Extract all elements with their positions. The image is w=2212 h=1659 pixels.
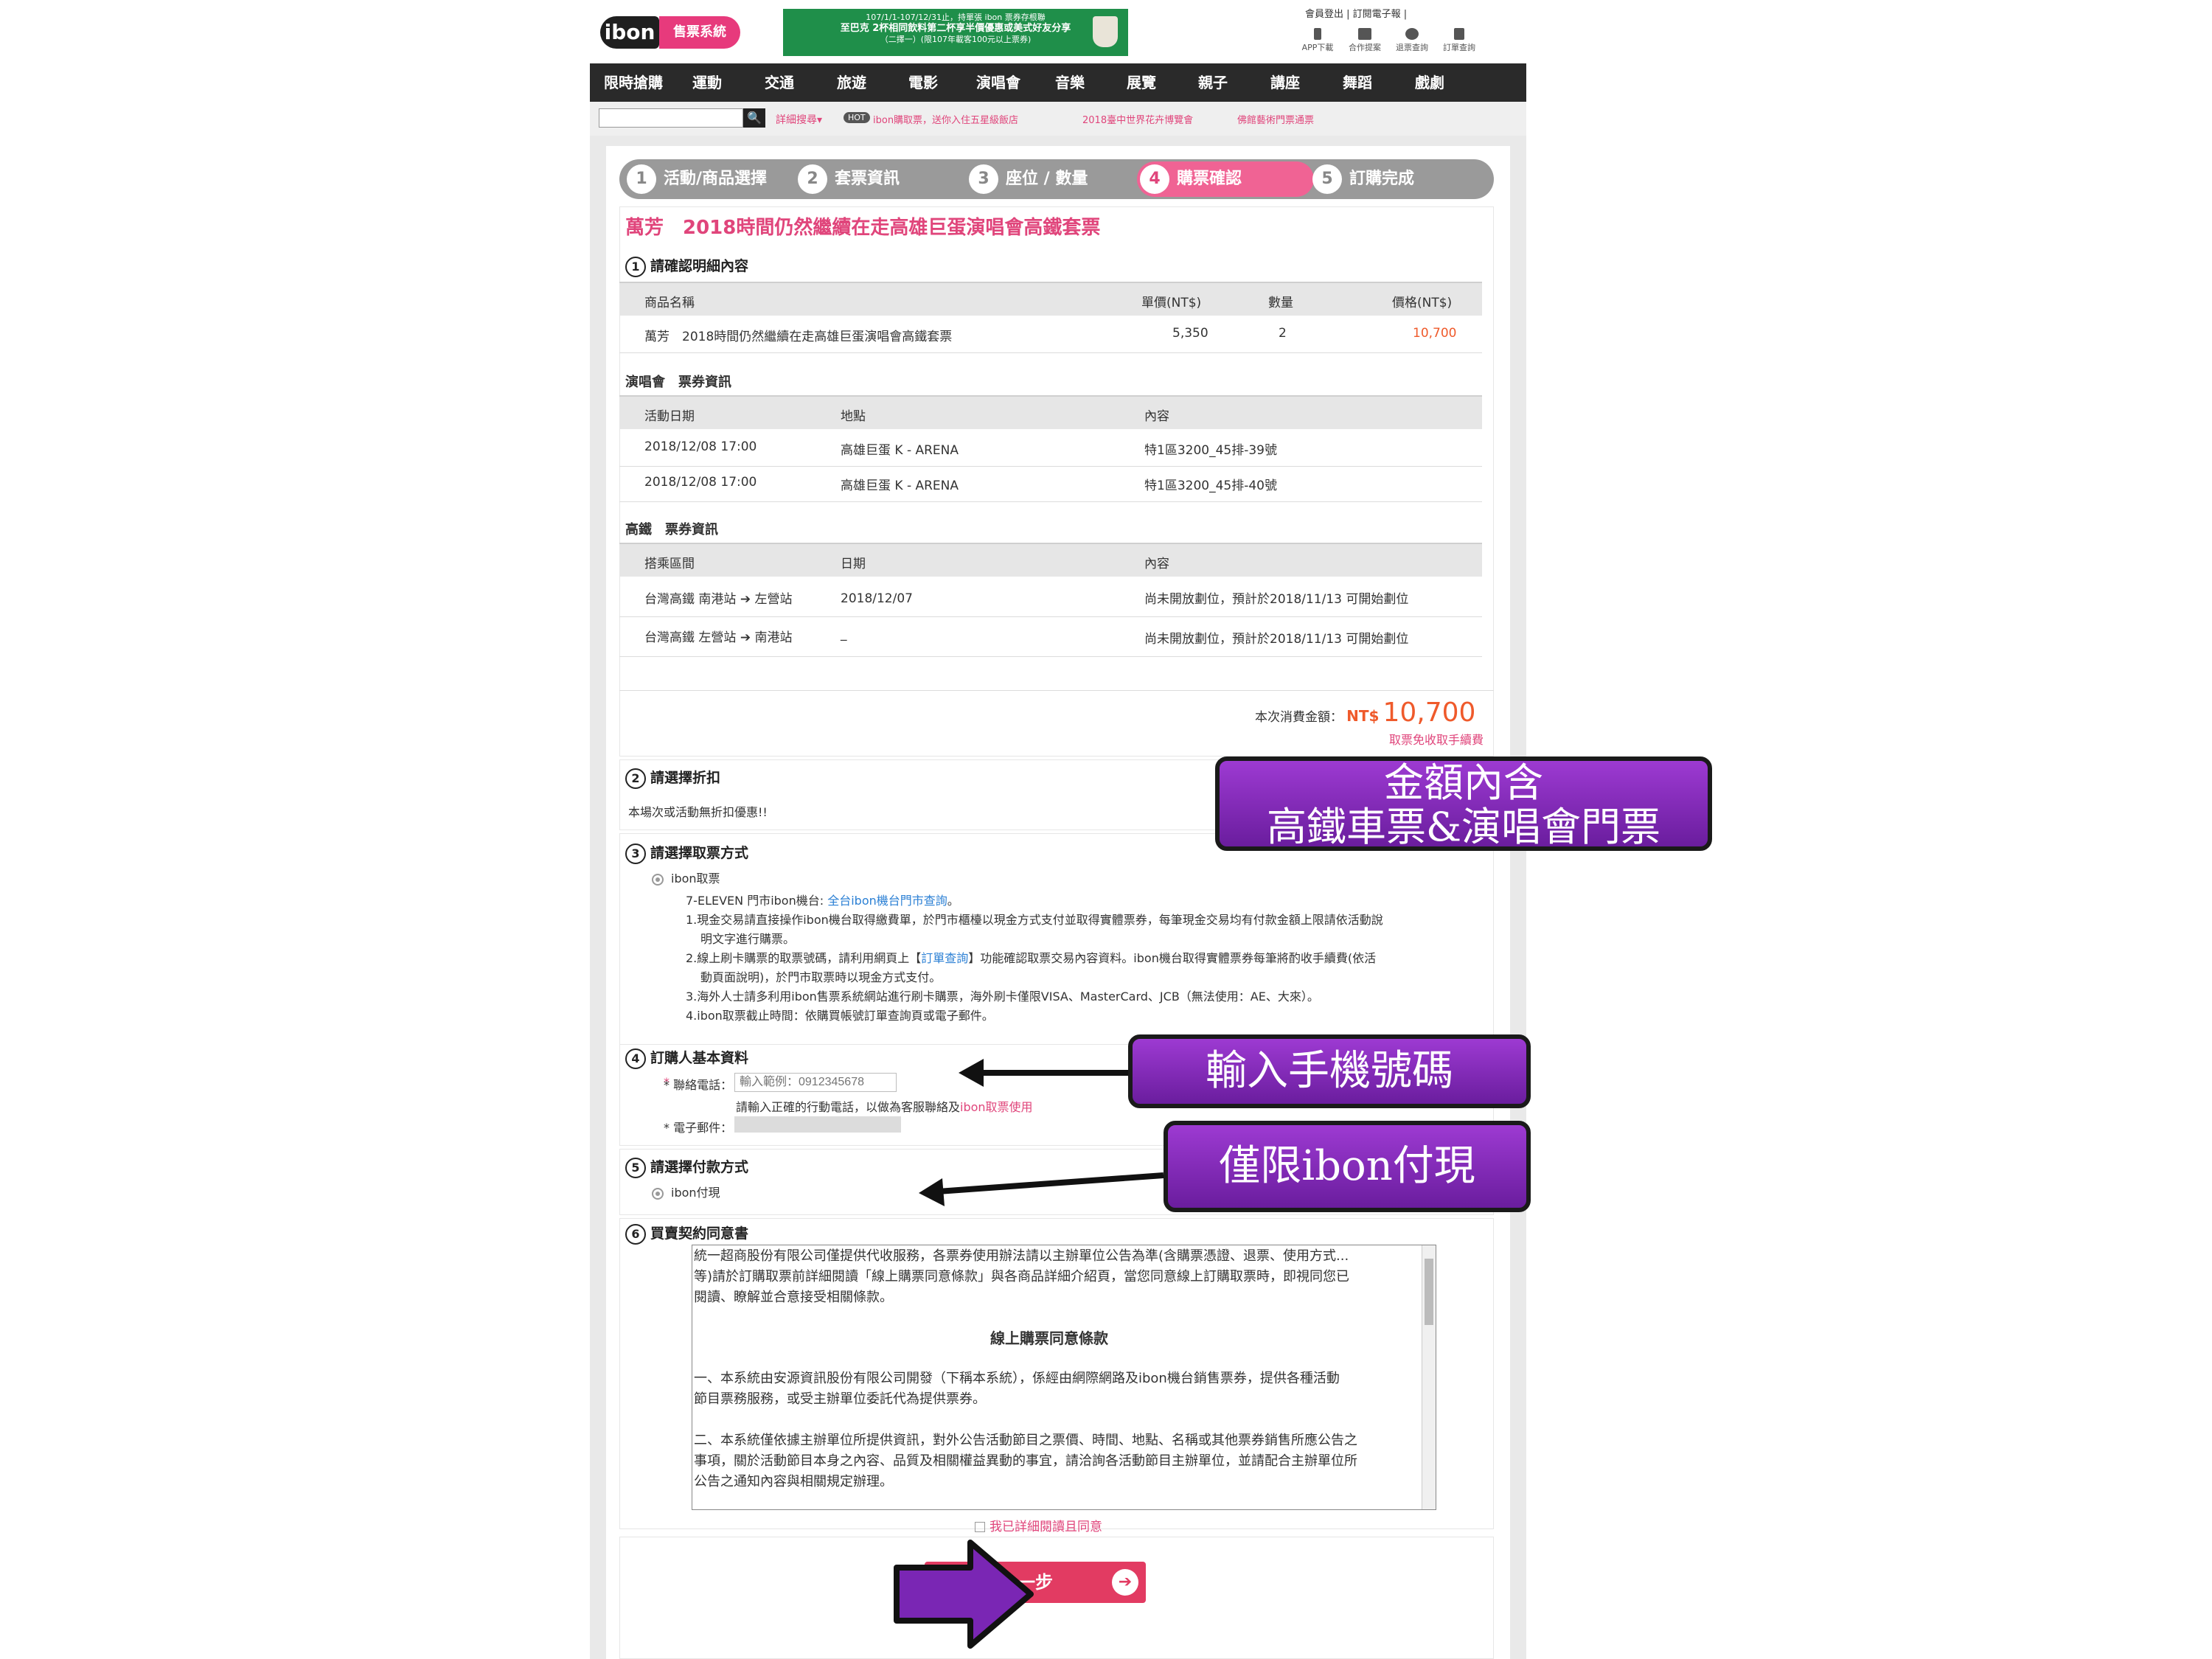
payment-arrow-icon	[919, 1172, 1164, 1206]
phone-arrow-icon	[959, 1059, 1128, 1087]
annotation-arrows	[894, 1059, 1164, 1649]
big-pointer-arrow-icon	[894, 1540, 1034, 1649]
